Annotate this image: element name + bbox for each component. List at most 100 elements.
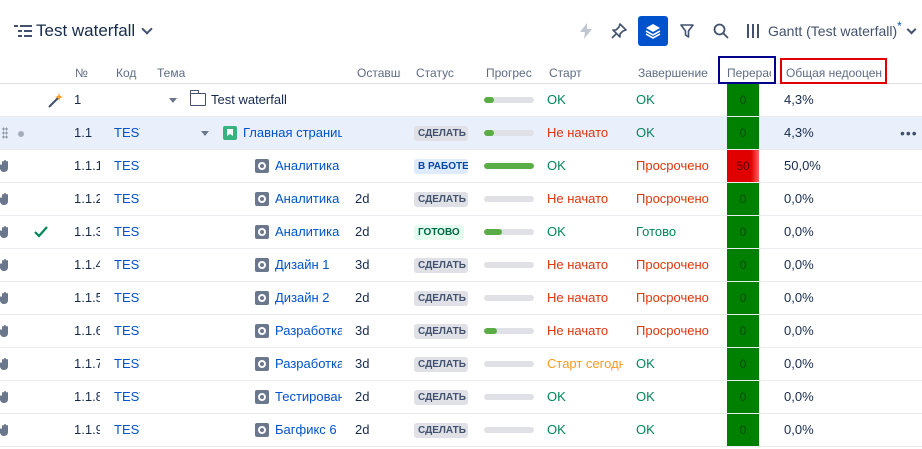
total-underestimate-value: 0,0% (784, 323, 814, 338)
summary-link[interactable]: Аналитика (275, 216, 342, 248)
hand-icon[interactable] (0, 159, 10, 173)
issue-key-link[interactable]: TEST (114, 381, 140, 413)
remaining-estimate (355, 84, 395, 116)
issue-key-link[interactable]: TEST (114, 348, 140, 380)
column-summary[interactable]: Тема (157, 66, 197, 80)
hand-icon[interactable] (0, 291, 10, 305)
finish-status: Просрочено (636, 290, 709, 305)
toolbar: Test waterfall Gantt (Test waterfall) * (0, 0, 922, 60)
total-underestimate-value: 0,0% (784, 422, 814, 437)
column-progress[interactable]: Прогресс (486, 66, 532, 80)
status-badge[interactable]: СДЕЛАТЬ (414, 192, 468, 207)
task-icon (255, 357, 269, 371)
issue-key-link[interactable]: TEST (114, 183, 140, 215)
summary-link[interactable]: Багфикс 6 (275, 414, 342, 446)
hand-icon[interactable] (0, 324, 10, 338)
start-status: Старт сегодня (547, 356, 623, 371)
total-underestimate-value: 50,0% (784, 158, 821, 173)
hand-icon[interactable] (0, 225, 10, 239)
collapse-caret-icon[interactable] (201, 131, 209, 136)
hand-icon[interactable] (0, 423, 10, 437)
remaining-estimate: 2d (355, 389, 370, 404)
finish-status: OK (636, 356, 655, 371)
table-row[interactable]: 1.1.1 TEST Аналитика В РАБОТЕ OK Просрочено 50… (0, 150, 922, 183)
summary-link[interactable]: Тестирование (275, 381, 342, 413)
more-actions-icon[interactable]: ••• (900, 117, 918, 149)
row-number: 1.1.2 (74, 191, 100, 206)
issue-key-link[interactable]: TEST (114, 150, 140, 182)
progress-bar (484, 130, 534, 136)
column-start[interactable]: Старт (549, 66, 609, 80)
row-number: 1.1.9 (74, 422, 100, 437)
chevron-down-icon (141, 23, 153, 35)
status-badge[interactable]: СДЕЛАТЬ (414, 423, 468, 438)
status-badge[interactable]: В РАБОТЕ (414, 159, 468, 174)
column-num[interactable]: № (75, 66, 95, 80)
column-key[interactable]: Код (116, 66, 138, 80)
drag-handle-icon[interactable] (2, 127, 8, 139)
row-number: 1 (74, 92, 82, 107)
status-badge[interactable]: СДЕЛАТЬ (414, 126, 468, 141)
table-row[interactable]: 1 Test waterfall OK OK 0 4,3% (0, 84, 922, 117)
hand-icon[interactable] (0, 258, 10, 272)
collapse-caret-icon[interactable] (169, 98, 177, 103)
table-row[interactable]: 1.1.5 TEST Дизайн 2 2d СДЕЛАТЬ Не начато Проср… (0, 282, 922, 315)
issue-key-link[interactable]: TEST (114, 249, 140, 281)
issue-key-link[interactable]: TEST (114, 315, 140, 347)
start-status: OK (547, 224, 566, 239)
automation-button[interactable] (571, 16, 601, 46)
table-row[interactable]: 1.1 TEST Главная страница СДЕЛАТЬ Не начато O… (0, 117, 922, 150)
table-row[interactable]: 1.1.8 TEST Тестирование 2d СДЕЛАТЬ OK OK 0 0,0% (0, 381, 922, 414)
column-status[interactable]: Статус (416, 66, 476, 80)
issue-key-link[interactable]: TEST (114, 117, 140, 149)
chevron-down-icon (906, 24, 917, 34)
filter-button[interactable] (672, 16, 702, 46)
layers-button[interactable] (638, 16, 668, 46)
pin-button[interactable] (604, 16, 634, 46)
table-row[interactable]: 1.1.4 TEST Дизайн 1 3d СДЕЛАТЬ Не начато Проср… (0, 249, 922, 282)
hand-icon[interactable] (0, 192, 10, 206)
overdue-cell: 0 (727, 381, 759, 413)
table-row[interactable]: 1.1.9 TEST Багфикс 6 2d СДЕЛАТЬ OK OK 0 0,0% (0, 414, 922, 447)
structure-selector[interactable]: Test waterfall (14, 18, 153, 44)
search-button[interactable] (706, 16, 736, 46)
status-badge[interactable]: СДЕЛАТЬ (414, 324, 468, 339)
status-badge[interactable]: СДЕЛАТЬ (414, 357, 468, 372)
task-icon (255, 159, 269, 173)
issue-key-link[interactable] (114, 84, 140, 116)
remaining-estimate: 3d (355, 323, 370, 338)
column-remaining[interactable]: Оставшееся (357, 66, 401, 80)
task-icon (255, 258, 269, 272)
table-row[interactable]: 1.1.7 TEST Разработка 3d СДЕЛАТЬ Старт сегодн… (0, 348, 922, 381)
task-icon (255, 225, 269, 239)
issue-key-link[interactable]: TEST (114, 282, 140, 314)
gantt-view-selector[interactable]: Gantt (Test waterfall) * (746, 16, 917, 46)
gantt-icon (746, 24, 760, 38)
status-badge[interactable]: СДЕЛАТЬ (414, 291, 468, 306)
summary-link[interactable]: Аналитика (275, 183, 342, 215)
table-row[interactable]: 1.1.2 TEST Аналитика 2d СДЕЛАТЬ Не начато Прос… (0, 183, 922, 216)
summary-link[interactable]: Аналитика (275, 150, 342, 182)
total-underestimate-value: 4,3% (784, 92, 814, 107)
hand-icon[interactable] (0, 357, 10, 371)
status-badge[interactable]: СДЕЛАТЬ (414, 258, 468, 273)
row-number: 1.1.4 (74, 257, 100, 272)
hand-icon[interactable] (0, 390, 10, 404)
summary-link[interactable]: Дизайн 1 (275, 249, 342, 281)
status-badge[interactable]: ГОТОВО (414, 225, 464, 240)
status-badge[interactable]: СДЕЛАТЬ (414, 390, 468, 405)
summary-link[interactable]: Разработка (275, 348, 342, 380)
issue-key-link[interactable]: TEST (114, 414, 140, 446)
summary-link[interactable]: Разработка (275, 315, 342, 347)
summary-link[interactable]: Дизайн 2 (275, 282, 342, 314)
issue-key-link[interactable]: TEST (114, 216, 140, 248)
table-row[interactable]: 1.1.3 TEST Аналитика 2d ГОТОВО OK Готово 0 0,0% (0, 216, 922, 249)
finish-status: Просрочено (636, 257, 709, 272)
magic-wand-icon (48, 93, 63, 108)
overdue-cell: 0 (727, 414, 759, 446)
table-row[interactable]: 1.1.6 TEST Разработка 3d СДЕЛАТЬ Не начато Про… (0, 315, 922, 348)
start-status: Не начато (547, 257, 609, 272)
row-number: 1.1.3 (74, 224, 100, 239)
column-finish[interactable]: Завершение (638, 66, 712, 80)
summary-link[interactable]: Главная страница (243, 117, 342, 149)
